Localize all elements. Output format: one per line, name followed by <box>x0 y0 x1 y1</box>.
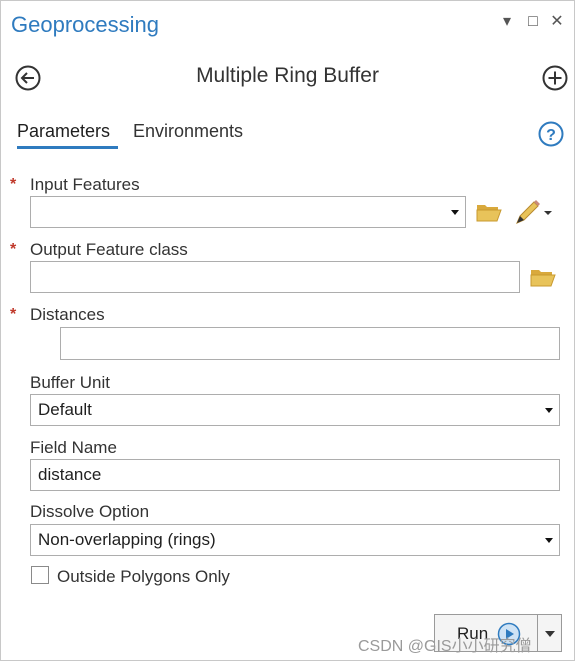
maximize-button[interactable]: □ <box>524 12 542 32</box>
field-name-label: Field Name <box>30 438 117 457</box>
buffer-unit-value: Default <box>38 400 92 419</box>
distances-input[interactable] <box>60 327 560 360</box>
outside-polygons-only-checkbox[interactable] <box>31 566 49 584</box>
pencil-icon <box>516 200 552 224</box>
chevron-down-icon <box>545 538 553 543</box>
required-marker: * <box>10 176 17 193</box>
required-marker: * <box>10 241 17 258</box>
folder-icon <box>476 205 502 222</box>
dissolve-option-value: Non-overlapping (rings) <box>38 530 216 549</box>
browse-input-button[interactable] <box>476 201 502 228</box>
chevron-down-icon <box>544 211 552 215</box>
run-dropdown-button[interactable] <box>538 614 562 652</box>
watermark: CSDN @GIS小小研究僧 <box>358 638 532 655</box>
svg-text:?: ? <box>546 127 556 144</box>
add-button[interactable] <box>542 65 568 91</box>
pane-menu-button[interactable]: ▾ <box>498 12 516 32</box>
tool-title: Multiple Ring Buffer <box>196 64 379 87</box>
chevron-down-icon <box>545 631 555 637</box>
input-features-select[interactable] <box>30 196 466 228</box>
question-mark-circle-icon: ? <box>538 121 564 147</box>
close-button[interactable]: ✕ <box>548 12 566 32</box>
buffer-unit-select[interactable]: Default <box>30 394 560 426</box>
browse-output-button[interactable] <box>530 266 556 293</box>
help-button[interactable]: ? <box>538 121 564 152</box>
pane-title: Geoprocessing <box>11 12 159 37</box>
output-feature-class-input[interactable] <box>30 261 520 293</box>
distances-label: Distances <box>30 305 105 324</box>
outside-polygons-only-label: Outside Polygons Only <box>57 567 230 586</box>
output-feature-class-label: Output Feature class <box>30 240 188 259</box>
sketch-tool-button[interactable] <box>514 199 554 230</box>
input-features-label: Input Features <box>30 175 140 194</box>
dissolve-option-select[interactable]: Non-overlapping (rings) <box>30 524 560 556</box>
active-tab-indicator <box>17 146 118 149</box>
plus-circle-icon <box>542 65 568 91</box>
dissolve-option-label: Dissolve Option <box>30 502 150 521</box>
field-name-value: distance <box>38 465 102 484</box>
chevron-down-icon <box>451 210 459 215</box>
required-marker: * <box>10 306 17 323</box>
folder-icon <box>530 270 556 287</box>
field-name-input[interactable]: distance <box>30 459 560 491</box>
buffer-unit-label: Buffer Unit <box>30 373 111 392</box>
chevron-down-icon <box>545 408 553 413</box>
tab-environments[interactable]: Environments <box>133 121 243 142</box>
tab-parameters[interactable]: Parameters <box>17 121 110 142</box>
